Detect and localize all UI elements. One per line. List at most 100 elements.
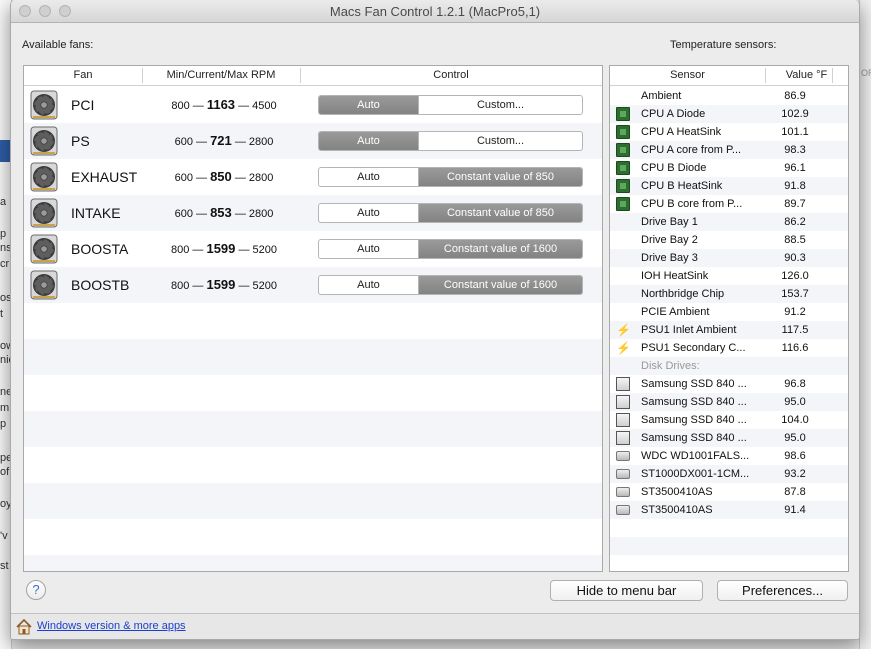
sensor-row[interactable]: CPU A HeatSink 101.1 (610, 123, 848, 141)
hide-to-menu-bar-button[interactable]: Hide to menu bar (550, 580, 703, 601)
sensor-row[interactable]: IOH HeatSink 126.0 (610, 267, 848, 285)
background-text: of (0, 466, 10, 478)
sensor-value: 95.0 (784, 396, 806, 408)
window-title: Macs Fan Control 1.2.1 (MacPro5,1) (329, 4, 541, 19)
sensor-name: Ambient (641, 90, 682, 102)
fan-custom-button[interactable]: Constant value of 850 (419, 204, 582, 222)
sensor-name: Drive Bay 2 (641, 234, 698, 246)
ssd-icon (616, 395, 630, 409)
background-text: cr (0, 258, 10, 270)
fan-min-rpm: 800 (171, 100, 190, 112)
sensor-name: Northbridge Chip (641, 288, 725, 300)
fan-name: PS (71, 133, 90, 149)
sensor-value: 91.4 (784, 504, 806, 516)
column-header-sensor[interactable]: Sensor (610, 69, 765, 81)
sensor-row[interactable]: Drive Bay 2 88.5 (610, 231, 848, 249)
sensor-row[interactable]: PCIE Ambient 91.2 (610, 303, 848, 321)
fan-current-rpm: 1599 (206, 277, 236, 292)
fan-max-rpm: 4500 (252, 100, 277, 112)
sensor-row[interactable]: Samsung SSD 840 ... 95.0 (610, 393, 848, 411)
title-bar[interactable]: Macs Fan Control 1.2.1 (MacPro5,1) (11, 0, 859, 23)
empty-row (610, 519, 848, 537)
hdd-icon (616, 505, 630, 515)
sensor-name: ST3500410AS (641, 504, 713, 516)
fan-auto-button[interactable]: Auto (319, 168, 419, 186)
fan-min-rpm: 800 (170, 244, 190, 256)
footer-bar: Windows version & more apps (11, 613, 859, 639)
column-header-control[interactable]: Control (300, 69, 602, 81)
sensor-value: 126.0 (781, 270, 809, 282)
empty-row (24, 303, 602, 339)
sensor-row[interactable]: ⚡ PSU1 Inlet Ambient 117.5 (610, 321, 848, 339)
fan-row: PS 600 — 721 — 2800 Auto Custom... (24, 123, 602, 159)
sensor-row[interactable]: CPU B HeatSink 91.8 (610, 177, 848, 195)
fan-control-segmented: Auto Custom... (318, 131, 583, 151)
empty-row (24, 555, 602, 571)
sensor-row[interactable]: Samsung SSD 840 ... 104.0 (610, 411, 848, 429)
sensor-row[interactable]: WDC WD1001FALS... 98.6 (610, 447, 848, 465)
sensor-value: 104.0 (781, 414, 809, 426)
fan-max-rpm: 5200 (252, 280, 277, 292)
fan-control-segmented: Auto Constant value of 850 (318, 203, 583, 223)
fan-name: PCI (71, 97, 95, 113)
fan-auto-button[interactable]: Auto (319, 276, 419, 294)
fan-auto-button[interactable]: Auto (319, 96, 419, 114)
sensor-row[interactable]: Ambient 86.9 (610, 87, 848, 105)
sensor-row[interactable]: Drive Bay 1 86.2 (610, 213, 848, 231)
sensor-row[interactable]: ⚡ PSU1 Secondary C... 116.6 (610, 339, 848, 357)
fan-custom-button[interactable]: Constant value of 1600 (419, 276, 582, 294)
column-header-fan[interactable]: Fan (24, 69, 142, 81)
fan-current-rpm: 721 (210, 133, 232, 148)
sensor-row[interactable]: CPU A Diode 102.9 (610, 105, 848, 123)
fan-current-rpm: 853 (210, 205, 232, 220)
sensor-name: CPU B HeatSink (641, 180, 723, 192)
sensor-row[interactable]: Northbridge Chip 153.7 (610, 285, 848, 303)
app-window: Macs Fan Control 1.2.1 (MacPro5,1) Avail… (10, 0, 860, 640)
sensor-value: 101.1 (781, 126, 809, 138)
ssd-icon (616, 413, 630, 427)
sensor-name: ST3500410AS (641, 486, 713, 498)
sensor-value: 116.6 (781, 342, 809, 354)
sensor-row[interactable]: CPU B Diode 96.1 (610, 159, 848, 177)
help-button[interactable]: ? (26, 580, 46, 600)
fan-custom-button[interactable]: Custom... (419, 132, 582, 150)
background-text: p (0, 228, 7, 240)
background-text: st (0, 560, 9, 572)
fan-icon (30, 234, 58, 264)
background-text: a (0, 196, 7, 208)
sensor-name: Samsung SSD 840 ... (641, 378, 747, 390)
fan-icon (30, 126, 58, 156)
sensor-row[interactable]: Samsung SSD 840 ... 95.0 (610, 429, 848, 447)
sensor-row[interactable]: CPU A core from P... 98.3 (610, 141, 848, 159)
sensor-row[interactable]: ST3500410AS 87.8 (610, 483, 848, 501)
sensor-row[interactable]: Samsung SSD 840 ... 96.8 (610, 375, 848, 393)
sensor-row[interactable]: Drive Bay 3 90.3 (610, 249, 848, 267)
sensor-row[interactable]: CPU B core from P... 89.7 (610, 195, 848, 213)
sensor-group-row: Disk Drives: (610, 357, 848, 375)
column-header-value[interactable]: Value °F (765, 69, 848, 81)
sensor-row[interactable]: ST1000DX001-1CM... 93.2 (610, 465, 848, 483)
lightning-icon: ⚡ (616, 323, 631, 337)
fan-auto-button[interactable]: Auto (319, 240, 419, 258)
windows-version-link[interactable]: Windows version & more apps (37, 620, 186, 632)
empty-row (24, 447, 602, 483)
fan-custom-button[interactable]: Constant value of 850 (419, 168, 582, 186)
chip-icon (616, 197, 630, 211)
fan-max-rpm: 2800 (248, 208, 274, 220)
column-header-rpm[interactable]: Min/Current/Max RPM (142, 69, 300, 81)
sensor-value: 86.9 (784, 90, 806, 102)
fan-auto-button[interactable]: Auto (319, 204, 419, 222)
background-window-right: OR (859, 0, 871, 649)
chip-icon (616, 107, 630, 121)
sensor-name: IOH HeatSink (641, 270, 709, 282)
sensors-table: Sensor Value °F Ambient 86.9 CPU A Diode 10… (609, 65, 849, 572)
fan-auto-button[interactable]: Auto (319, 132, 419, 150)
preferences-button[interactable]: Preferences... (717, 580, 848, 601)
fan-custom-button[interactable]: Constant value of 1600 (419, 240, 582, 258)
sensor-row[interactable]: ST3500410AS 91.4 (610, 501, 848, 519)
background-text: t (0, 308, 4, 320)
fan-custom-button[interactable]: Custom... (419, 96, 582, 114)
fan-icon (30, 198, 58, 228)
sensor-name: Samsung SSD 840 ... (641, 432, 747, 444)
sensor-value: 102.9 (781, 108, 809, 120)
